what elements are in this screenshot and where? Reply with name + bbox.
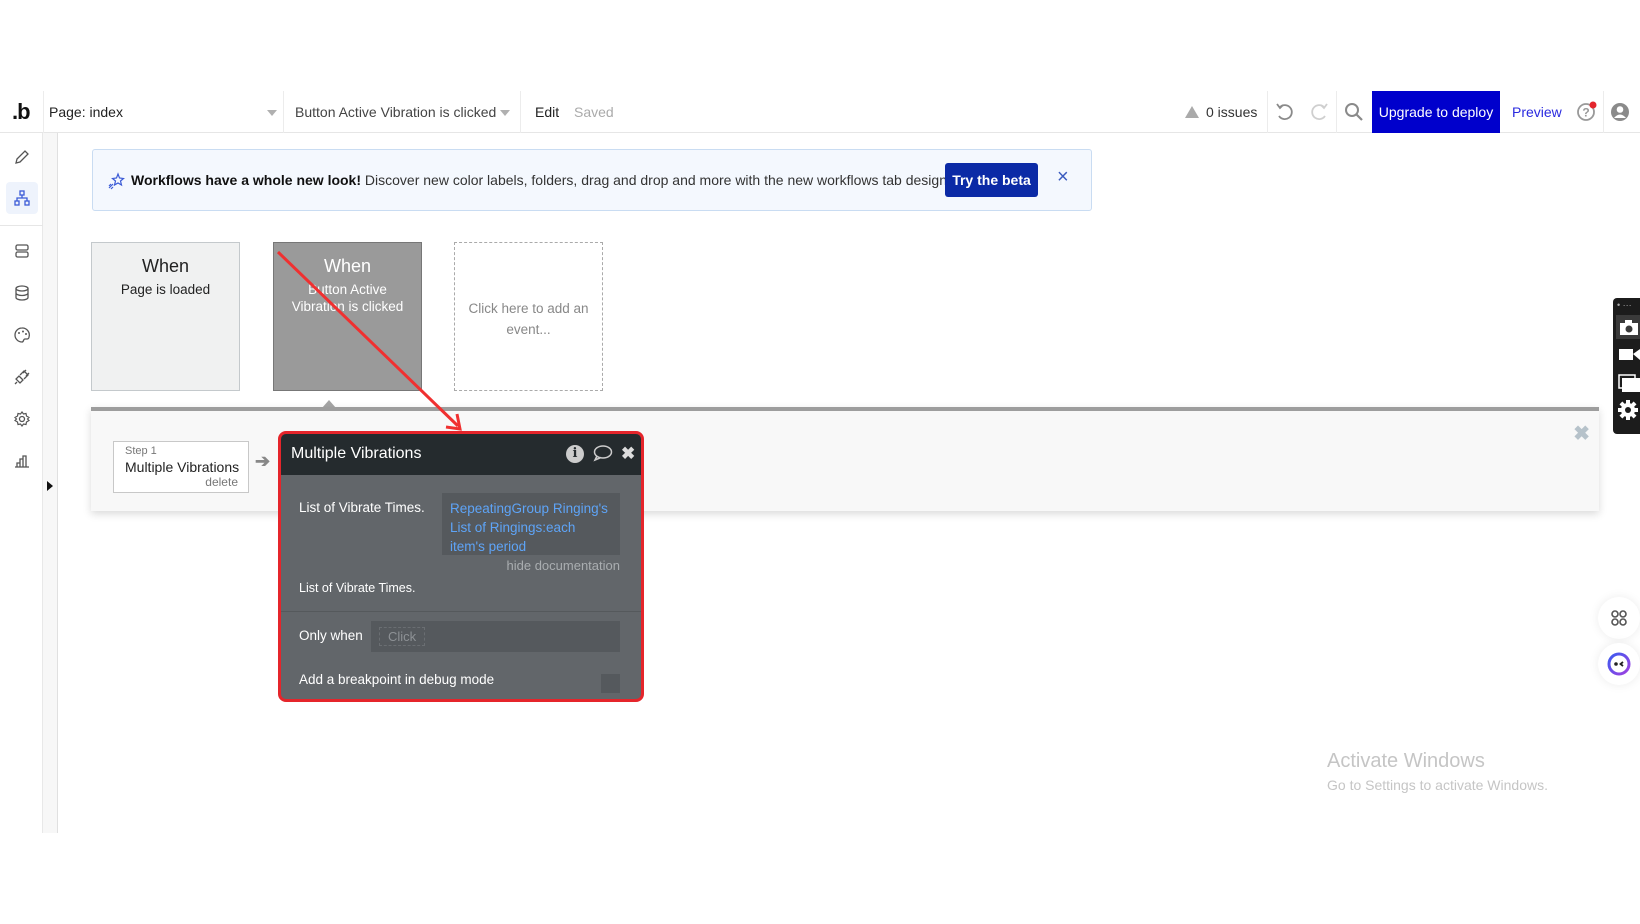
add-event-card[interactable]: Click here to add an event... (454, 242, 603, 391)
data-icon (15, 244, 29, 258)
step-title: Multiple Vibrations (125, 459, 240, 475)
only-when-placeholder[interactable]: Click (379, 627, 426, 646)
sidebar-item-plugins[interactable] (6, 361, 38, 393)
vibrate-times-expression-field[interactable]: RepeatingGroup Ringing's List of Ringing… (442, 493, 620, 555)
plugin-icon (14, 369, 30, 385)
assistant-button[interactable] (1598, 643, 1640, 685)
upgrade-to-deploy-button[interactable]: Upgrade to deploy (1372, 91, 1500, 133)
palette-icon (14, 327, 30, 343)
command-key-icon (1611, 610, 1627, 626)
page-dropdown-chevron-icon[interactable] (267, 110, 277, 116)
comment-icon[interactable] (593, 444, 613, 467)
windows-activation-title: Activate Windows (1327, 750, 1485, 772)
divider (43, 91, 44, 133)
user-avatar-icon[interactable] (1607, 99, 1633, 125)
gear-icon[interactable] (1616, 398, 1640, 422)
settings-icon (14, 411, 30, 427)
sparkle-star-icon (108, 172, 125, 190)
close-icon[interactable]: ✖ (1573, 421, 1590, 446)
workflow-icon (14, 190, 30, 206)
divider (520, 91, 521, 133)
new-look-banner: Workflows have a whole new look! Discove… (92, 149, 1092, 211)
database-icon (15, 285, 29, 301)
sidebar-item-data[interactable] (6, 235, 38, 267)
try-the-beta-button[interactable]: Try the beta (945, 163, 1038, 197)
left-sidebar (0, 133, 43, 833)
close-icon[interactable]: ✖ (621, 444, 635, 464)
screen-recorder-toolbar: • ··· (1613, 298, 1640, 434)
event-card-page-loaded[interactable]: When Page is loaded (91, 242, 240, 391)
preview-link[interactable]: Preview (1512, 104, 1562, 120)
divider (283, 91, 284, 133)
event-selector[interactable]: Button Active Vibration is clicked (295, 104, 496, 120)
action-property-editor: Multiple Vibrations i ✖ List of Vibrate … (278, 431, 644, 702)
page-selector[interactable]: Page: index (49, 104, 123, 120)
divider (1603, 91, 1604, 133)
search-icon[interactable] (1341, 99, 1367, 125)
bubble-logo[interactable]: .b (12, 99, 31, 125)
step-number: Step 1 (125, 445, 157, 457)
chart-icon (15, 455, 29, 468)
event-when-label: When (323, 256, 372, 276)
pencil-icon (15, 150, 29, 164)
arrow-right-icon: ➔ (255, 451, 271, 471)
sidebar-item-design[interactable] (6, 141, 38, 173)
event-card-button-clicked[interactable]: When Button Active Vibration is clicked (273, 242, 422, 391)
warning-icon (1185, 106, 1199, 118)
field-documentation: List of Vibrate Times. (299, 581, 416, 595)
only-when-label: Only when (299, 628, 363, 643)
event-when-label: When (141, 256, 190, 276)
sidebar-item-settings[interactable] (6, 403, 38, 435)
redo-icon[interactable] (1306, 99, 1332, 125)
editor-title: Multiple Vibrations (291, 445, 422, 462)
windows-activation-subtitle: Go to Settings to activate Windows. (1327, 777, 1548, 793)
sidebar-item-logs[interactable] (6, 445, 38, 477)
event-description: Button Active Vibration is clicked (291, 282, 404, 314)
sidebar-item-workflow[interactable] (6, 182, 38, 214)
add-event-placeholder: Click here to add an event... (468, 301, 589, 337)
edit-menu[interactable]: Edit (535, 104, 559, 120)
window-capture-icon[interactable] (1616, 370, 1640, 394)
step-card[interactable]: Step 1 Multiple Vibrations delete (113, 441, 249, 493)
only-when-condition-field[interactable]: Click (371, 621, 620, 652)
sidebar-divider (0, 225, 43, 226)
saved-status: Saved (574, 104, 614, 120)
close-icon[interactable]: × (1057, 166, 1069, 189)
divider (281, 611, 641, 612)
event-description: Page is loaded (120, 282, 211, 297)
undo-icon[interactable] (1272, 99, 1298, 125)
event-dropdown-chevron-icon[interactable] (500, 110, 510, 116)
assistant-face-icon (1607, 652, 1631, 676)
hide-documentation-link[interactable]: hide documentation (507, 558, 620, 573)
banner-message: Workflows have a whole new look! Discove… (131, 172, 951, 188)
top-bar: .b Page: index Button Active Vibration i… (0, 91, 1640, 133)
divider (1267, 91, 1268, 133)
shortcuts-button[interactable] (1598, 597, 1640, 639)
banner-title: Workflows have a whole new look! (131, 172, 362, 188)
issues-counter[interactable]: 0 issues (1206, 104, 1257, 120)
help-icon[interactable]: ? (1573, 99, 1599, 125)
expand-panel-arrow-icon[interactable] (47, 481, 53, 491)
more-options-icon[interactable]: • ··· (1617, 300, 1632, 310)
breakpoint-checkbox[interactable] (601, 674, 620, 693)
banner-description: Discover new color labels, folders, drag… (361, 172, 951, 188)
video-camera-icon[interactable] (1616, 342, 1640, 366)
divider (1336, 91, 1337, 133)
camera-icon[interactable] (1616, 315, 1640, 339)
list-of-vibrate-times-label: List of Vibrate Times. (299, 500, 425, 515)
sidebar-item-styles[interactable] (6, 319, 38, 351)
info-icon[interactable]: i (566, 445, 584, 463)
breakpoint-label: Add a breakpoint in debug mode (299, 672, 495, 687)
editor-header: Multiple Vibrations i ✖ (281, 434, 641, 475)
svg-text:?: ? (1582, 106, 1589, 120)
delete-step-link[interactable]: delete (205, 475, 238, 489)
sidebar-item-database[interactable] (6, 277, 38, 309)
